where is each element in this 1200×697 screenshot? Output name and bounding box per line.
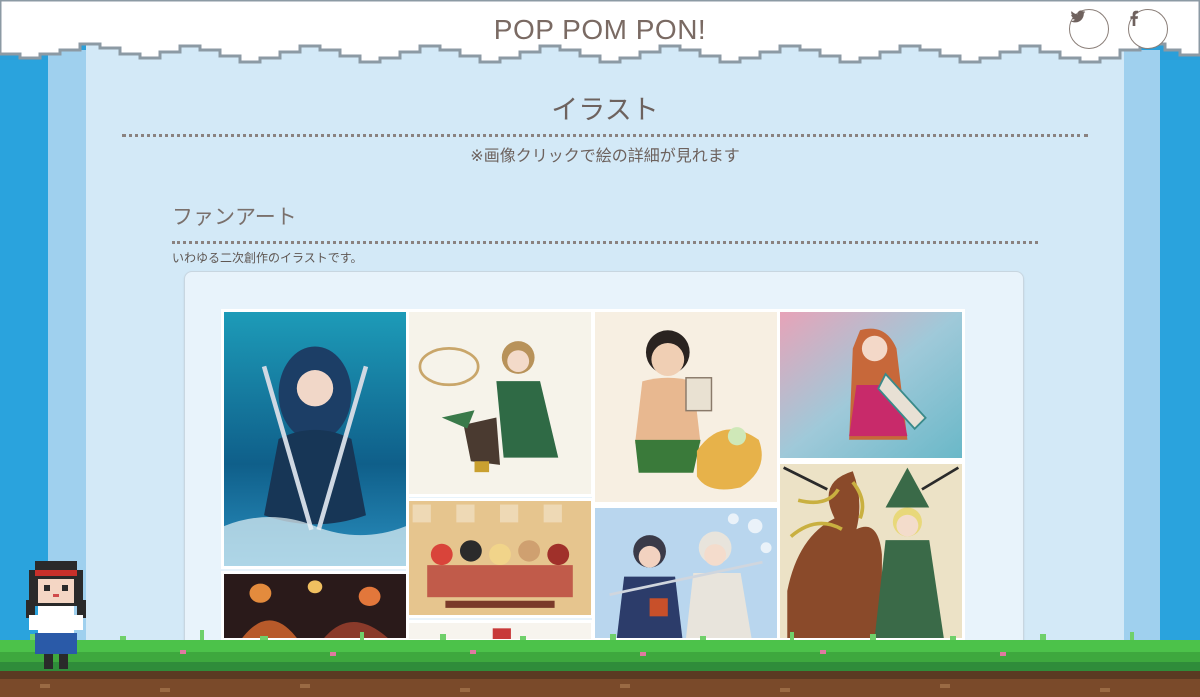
gallery-thumb-5[interactable] bbox=[406, 498, 594, 618]
facebook-icon bbox=[1130, 10, 1139, 26]
pixel-character bbox=[26, 561, 86, 669]
gallery-thumb-3[interactable] bbox=[592, 309, 780, 505]
twitter-button[interactable] bbox=[1069, 9, 1109, 49]
illustration-image bbox=[409, 501, 591, 615]
gallery-thumb-2[interactable] bbox=[406, 309, 594, 497]
gallery-thumb-1[interactable] bbox=[221, 309, 409, 569]
section-divider bbox=[172, 241, 1038, 244]
site-header: POP POM PON! bbox=[0, 0, 1200, 70]
section-title: ファンアート bbox=[172, 205, 297, 229]
illustration-image bbox=[595, 508, 777, 638]
section-description: いわゆる二次創作のイラストです。 bbox=[172, 251, 363, 265]
pixel-ground bbox=[0, 630, 1200, 697]
illustration-image bbox=[409, 312, 591, 494]
gallery-thumb-4[interactable] bbox=[777, 309, 965, 461]
gallery-thumb-6[interactable] bbox=[592, 505, 780, 641]
right-inner-band bbox=[1124, 50, 1160, 697]
page-title: イラスト bbox=[551, 95, 659, 126]
illustration-image bbox=[595, 312, 777, 502]
illustration-image bbox=[780, 464, 962, 638]
illustration-image bbox=[224, 312, 406, 566]
gallery-thumb-7[interactable] bbox=[777, 461, 965, 641]
site-title[interactable]: POP POM PON! bbox=[0, 14, 1200, 46]
title-divider bbox=[122, 134, 1088, 137]
click-note: ※画像クリックで絵の詳細が見れます bbox=[470, 146, 740, 165]
facebook-button[interactable] bbox=[1128, 9, 1168, 49]
illustration-image bbox=[780, 312, 962, 458]
right-outer-band bbox=[1160, 60, 1200, 697]
twitter-icon bbox=[1070, 10, 1086, 23]
